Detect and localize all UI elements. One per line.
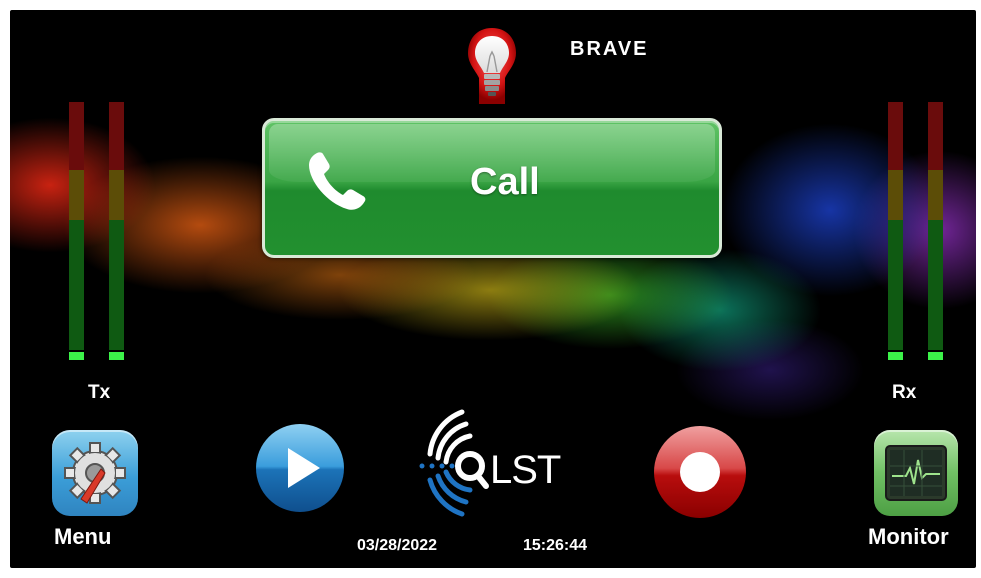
rx-meter-right [928, 102, 943, 360]
tx-label: Tx [88, 382, 111, 403]
play-button[interactable] [254, 422, 346, 514]
gear-icon [52, 430, 138, 516]
brand-label: BRAVE [570, 38, 649, 60]
call-button[interactable]: Call [262, 118, 722, 258]
screen: Tx Rx BRAVE Call Menu LST Monitor 03/28/… [0, 0, 981, 578]
monitor-button[interactable]: Monitor [866, 430, 974, 552]
record-button[interactable] [652, 424, 748, 520]
logo-text: LST [490, 448, 561, 492]
play-icon [256, 424, 344, 512]
menu-button[interactable]: Menu [52, 430, 142, 552]
record-icon [654, 426, 746, 518]
lightbulb-icon [466, 26, 518, 108]
status-date: 03/28/2022 [357, 537, 438, 554]
heartbeat-monitor-icon [874, 430, 958, 516]
call-button-label: Call [470, 161, 540, 203]
device-panel: Tx Rx BRAVE Call Menu LST Monitor 03/28/… [10, 10, 976, 568]
tx-meter-left [69, 102, 84, 360]
rx-label: Rx [892, 382, 917, 403]
phone-icon [303, 147, 373, 217]
tx-meter-right [109, 102, 124, 360]
menu-label: Menu [54, 524, 112, 549]
rx-meter-left [888, 102, 903, 360]
status-time: 15:26:44 [523, 537, 588, 554]
monitor-label: Monitor [868, 524, 949, 549]
